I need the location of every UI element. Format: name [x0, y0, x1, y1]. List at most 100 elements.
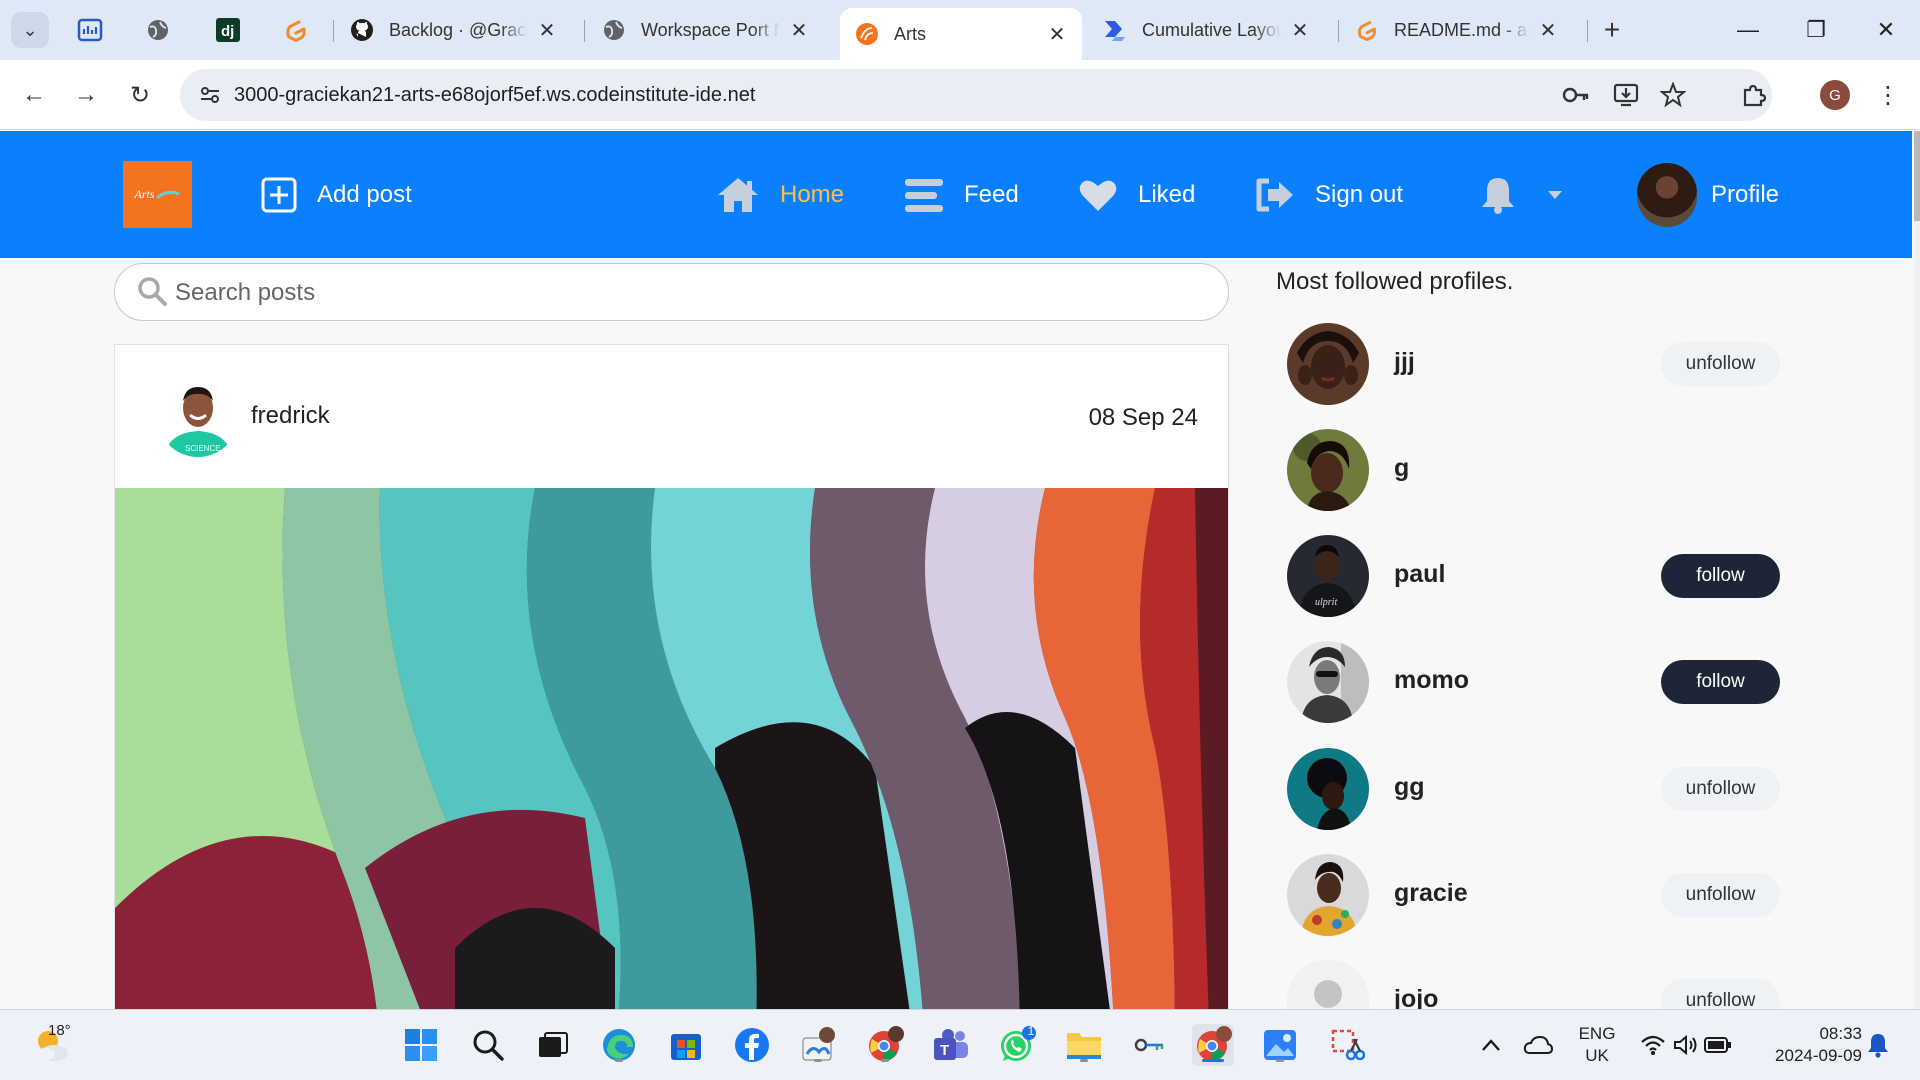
profile-name[interactable]: g [1394, 454, 1409, 483]
avatar[interactable]: SCIENCE [157, 375, 239, 457]
clock[interactable]: 08:33 2024-09-09 [1752, 1023, 1862, 1067]
notifications-dropdown[interactable] [1479, 169, 1563, 221]
back-button[interactable]: ← [14, 75, 54, 115]
task-view-button[interactable] [532, 1024, 574, 1066]
browser-menu-button[interactable]: ⋮ [1868, 75, 1908, 115]
url-input[interactable] [234, 79, 1534, 111]
nav-liked[interactable]: Liked [1078, 169, 1195, 221]
profile-name[interactable]: gg [1394, 773, 1425, 802]
unfollow-button[interactable]: unfollow [1661, 342, 1780, 386]
reload-button[interactable]: ↻ [120, 75, 160, 115]
tab-cumulative-layout-shift[interactable]: Cumulative Layout Shift ✕ [1088, 8, 1325, 52]
notification-center-button[interactable] [1858, 1024, 1898, 1066]
taskbar-search-button[interactable] [467, 1024, 509, 1066]
taskbar-password-manager[interactable] [1129, 1024, 1171, 1066]
quick-settings-button[interactable] [1632, 1024, 1740, 1066]
profile-name[interactable]: paul [1394, 560, 1445, 589]
pinned-tab-globe[interactable] [142, 14, 174, 46]
taskbar-snipping-tool[interactable] [1326, 1024, 1368, 1066]
pinned-tab-gitpod[interactable] [280, 14, 312, 46]
arts-favicon-icon [854, 21, 880, 47]
unfollow-button[interactable]: unfollow [1661, 767, 1780, 811]
nav-home-label: Home [780, 181, 845, 208]
close-icon[interactable]: ✕ [1537, 18, 1559, 43]
bookmark-button[interactable] [1657, 79, 1689, 111]
browser-profile-avatar[interactable]: G [1820, 80, 1850, 110]
nav-home[interactable]: Home [716, 169, 844, 221]
post-owner-username[interactable]: fredrick [251, 402, 330, 430]
plus-square-icon [261, 177, 297, 213]
close-icon[interactable]: ✕ [788, 18, 810, 43]
page-scrollbar-thumb[interactable] [1914, 131, 1920, 221]
taskbar-teams[interactable]: T [930, 1024, 972, 1066]
globe-icon [601, 17, 627, 43]
follow-button[interactable]: follow [1661, 554, 1780, 598]
nav-feed[interactable]: Feed [904, 169, 1019, 221]
tab-workspace-ports[interactable]: Workspace Port Numbers ✕ [587, 8, 824, 52]
minimize-button[interactable]: — [1718, 10, 1778, 50]
taskbar-edge[interactable] [598, 1024, 640, 1066]
restore-button[interactable]: ❐ [1786, 10, 1846, 50]
pinned-tab-dashboard[interactable] [74, 14, 106, 46]
extensions-button[interactable] [1734, 75, 1774, 115]
taskbar-store[interactable] [665, 1024, 707, 1066]
search-icon [138, 277, 167, 306]
close-window-button[interactable]: ✕ [1856, 10, 1916, 50]
onedrive-button[interactable] [1517, 1024, 1559, 1066]
forward-button[interactable]: → [66, 75, 106, 115]
post-image[interactable] [115, 488, 1228, 1009]
svg-text:T: T [940, 1042, 949, 1059]
avatar[interactable] [1287, 641, 1369, 723]
language-indicator[interactable]: ENG UK [1570, 1023, 1624, 1067]
close-icon[interactable]: ✕ [1289, 18, 1311, 43]
show-hidden-icons-button[interactable] [1470, 1024, 1512, 1066]
site-info-button[interactable] [194, 79, 226, 111]
follow-button[interactable]: follow [1661, 660, 1780, 704]
taskbar-chrome-active[interactable] [1192, 1024, 1234, 1066]
taskbar-chrome-profile-2[interactable] [864, 1024, 906, 1066]
logo[interactable]: Arts [123, 161, 192, 228]
avatar[interactable] [1287, 323, 1369, 405]
taskbar-file-explorer[interactable] [1063, 1024, 1105, 1066]
svg-text:ulprit: ulprit [1315, 597, 1337, 608]
taskbar-facebook[interactable] [731, 1024, 773, 1066]
page-scrollbar-track[interactable] [1914, 131, 1920, 1009]
profile-name[interactable]: momo [1394, 666, 1469, 695]
close-icon[interactable]: ✕ [1046, 22, 1068, 47]
start-button[interactable] [400, 1024, 442, 1066]
avatar[interactable] [1287, 854, 1369, 936]
password-key-button[interactable] [1560, 79, 1592, 111]
tab-arts-active[interactable]: Arts ✕ [840, 8, 1082, 60]
arrow-left-icon: ← [22, 81, 46, 108]
install-app-button[interactable] [1610, 79, 1642, 111]
tab-readme[interactable]: README.md - arts ✕ [1340, 8, 1573, 52]
nav-add-post[interactable]: Add post [261, 169, 412, 221]
weather-temperature: 18° [48, 1022, 71, 1039]
search-input[interactable] [175, 276, 1175, 310]
profile-name[interactable]: gracie [1394, 879, 1468, 908]
taskbar-chrome-profile-1[interactable] [797, 1024, 839, 1066]
avatar[interactable]: ulprit [1287, 535, 1369, 617]
profile-name[interactable]: jjj [1394, 348, 1415, 377]
tab-backlog[interactable]: Backlog · @GracieKan21 ✕ [335, 8, 572, 52]
nav-sign-out[interactable]: Sign out [1255, 169, 1403, 221]
close-icon[interactable]: ✕ [536, 18, 558, 43]
avatar[interactable] [1287, 960, 1369, 1009]
pinned-tab-django[interactable]: dj [212, 14, 244, 46]
tab-search-button[interactable]: ⌄ [11, 12, 49, 48]
unfollow-button[interactable]: unfollow [1661, 873, 1780, 917]
heart-icon [1079, 180, 1117, 211]
profile-name[interactable]: jojo [1394, 985, 1438, 1009]
edge-icon [603, 1029, 635, 1061]
scissors-icon [1331, 1029, 1365, 1061]
nav-liked-label: Liked [1138, 181, 1196, 208]
github-icon [349, 17, 375, 43]
taskbar-photos[interactable] [1259, 1024, 1301, 1066]
address-bar[interactable] [180, 69, 1772, 121]
new-tab-button[interactable]: + [1593, 12, 1631, 48]
avatar[interactable] [1287, 748, 1369, 830]
nav-profile[interactable]: Profile [1637, 163, 1779, 227]
unfollow-button[interactable]: unfollow [1661, 979, 1780, 1009]
avatar[interactable] [1287, 429, 1369, 511]
taskbar-whatsapp[interactable]: 1 [996, 1024, 1038, 1066]
